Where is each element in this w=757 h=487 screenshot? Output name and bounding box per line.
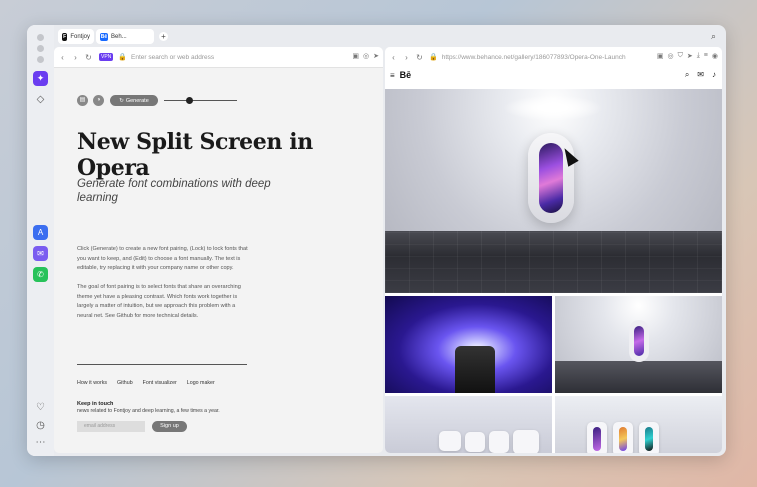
search-tabs-icon[interactable]: ⌕ — [711, 31, 716, 42]
lock-icon: 🔒 — [118, 54, 127, 61]
heart-icon[interactable]: ♡ — [34, 401, 47, 414]
extension-icon[interactable]: ▣ — [657, 52, 664, 60]
link-how-it-works[interactable]: How it works — [77, 380, 107, 386]
gallery-image-2[interactable] — [555, 296, 722, 393]
capsule-shape — [629, 320, 649, 362]
divider — [77, 364, 247, 365]
page-subhead[interactable]: Generate font combinations with deep lea… — [77, 177, 287, 205]
left-split-pane: ‹ › ↻ VPN 🔒 Enter search or web address … — [54, 47, 383, 453]
slider-handle[interactable] — [186, 97, 193, 104]
messenger-icon[interactable]: ✉ — [33, 246, 48, 261]
tab-label: Fontjoy — [70, 33, 90, 40]
keep-in-touch-title: Keep in touch — [77, 401, 114, 407]
hero-image[interactable] — [385, 89, 722, 293]
tile-shape — [513, 430, 539, 453]
tile-shape — [465, 432, 485, 452]
contrast-button[interactable]: ◑ — [93, 95, 104, 106]
capsule-shape — [587, 422, 607, 453]
right-split-pane: ‹ › ↻ 🔒 https://www.behance.net/gallery/… — [385, 47, 722, 453]
capsule-shape — [639, 422, 659, 453]
keep-in-touch-sub: news related to Fontjoy and deep learnin… — [77, 408, 220, 414]
floor-tiles — [385, 231, 722, 293]
arc-icon[interactable]: A — [33, 225, 48, 240]
browser-window: ✦ ◇ A ✉ ✆ ♡ ◷ ⋯ F Fontjoy Bē Beh... + ⌕ … — [27, 25, 726, 456]
lock-icon: 🔒 — [429, 54, 438, 61]
fontjoy-favicon-icon: F — [62, 32, 68, 41]
contrast-slider[interactable] — [164, 100, 237, 101]
maximize-window-button[interactable] — [37, 56, 44, 63]
hamburger-icon[interactable]: ≡ — [390, 71, 395, 80]
shield-icon[interactable]: ⛉ — [678, 52, 683, 60]
fontjoy-page: ▤ ◑ ↻ Generate New Split Screen in Opera… — [54, 67, 383, 453]
history-icon[interactable]: ◷ — [34, 419, 47, 432]
forward-icon[interactable]: › — [402, 53, 411, 62]
tile-shape — [489, 431, 509, 453]
address-bar: ‹ › ↻ VPN 🔒 Enter search or web address … — [54, 47, 383, 68]
tab-label: Beh... — [111, 33, 127, 40]
address-input[interactable]: https://www.behance.net/gallery/18607789… — [442, 54, 626, 61]
camera-icon[interactable]: ◎ — [667, 52, 673, 60]
close-window-button[interactable] — [37, 34, 44, 41]
goal-paragraph[interactable]: The goal of font pairing is to select fo… — [77, 283, 252, 321]
send-icon[interactable]: ➤ — [373, 52, 379, 60]
page-headline[interactable]: New Split Screen in Opera — [77, 129, 377, 181]
capsule-shape — [613, 422, 633, 453]
floor-tiles — [555, 361, 722, 393]
behance-header: ≡ Bē ⌕ ✉ ♪ — [385, 67, 722, 83]
send-icon[interactable]: ➤ — [687, 52, 693, 60]
search-icon[interactable]: ⌕ — [685, 70, 689, 80]
generate-button[interactable]: ↻ Generate — [110, 95, 158, 106]
link-github[interactable]: Github — [117, 380, 133, 386]
back-icon[interactable]: ‹ — [389, 53, 398, 62]
link-font-visualizer[interactable]: Font visualizer — [143, 380, 177, 386]
aria-icon[interactable]: ✦ — [33, 71, 48, 86]
email-field[interactable]: email address — [77, 421, 145, 432]
address-bar: ‹ › ↻ 🔒 https://www.behance.net/gallery/… — [385, 47, 722, 68]
pin-icon[interactable]: ◇ — [34, 93, 47, 106]
back-icon[interactable]: ‹ — [58, 53, 67, 62]
forward-icon[interactable]: › — [71, 53, 80, 62]
mail-icon[interactable]: ✉ — [697, 70, 704, 80]
extension-icon[interactable]: ▣ — [352, 52, 359, 60]
profile-icon[interactable]: ◉ — [712, 52, 718, 60]
vpn-badge[interactable]: VPN — [99, 53, 114, 61]
minimize-window-button[interactable] — [37, 45, 44, 52]
refresh-icon: ↻ — [119, 97, 124, 104]
sidebar: ✦ ◇ A ✉ ✆ ♡ ◷ ⋯ — [27, 25, 54, 456]
whatsapp-icon[interactable]: ✆ — [33, 267, 48, 282]
address-input[interactable]: Enter search or web address — [131, 54, 214, 61]
sign-up-button[interactable]: Sign up — [152, 421, 187, 432]
gallery-image-3[interactable] — [385, 396, 552, 453]
tab-fontjoy[interactable]: F Fontjoy — [58, 29, 94, 44]
camera-icon[interactable]: ◎ — [363, 52, 369, 60]
behance-favicon-icon: Bē — [100, 32, 108, 41]
intro-paragraph[interactable]: Click (Generate) to create a new font pa… — [77, 245, 252, 274]
capsule-core — [619, 427, 627, 451]
reload-icon[interactable]: ↻ — [415, 53, 424, 62]
capsule-core — [645, 427, 653, 451]
generate-label: Generate — [125, 97, 149, 104]
footer-links: How it works Github Font visualizer Logo… — [77, 380, 215, 386]
capsule-core — [539, 143, 563, 213]
behance-logo[interactable]: Bē — [400, 70, 412, 80]
new-tab-button[interactable]: + — [159, 32, 168, 41]
tile-shape — [439, 431, 461, 451]
more-icon[interactable]: ⋯ — [34, 436, 47, 449]
tab-behance[interactable]: Bē Beh... — [96, 29, 154, 44]
tab-bar: F Fontjoy Bē Beh... + ⌕ — [54, 25, 726, 47]
link-logo-maker[interactable]: Logo maker — [187, 380, 215, 386]
ceiling-light — [503, 95, 603, 121]
lock-button[interactable]: ▤ — [77, 95, 88, 106]
capsule-core — [593, 427, 601, 451]
gallery-image-1[interactable] — [385, 296, 552, 393]
bell-icon[interactable]: ♪ — [712, 70, 716, 80]
menu-icon[interactable]: ≡ — [704, 52, 708, 60]
download-icon[interactable]: ⤓ — [697, 52, 700, 60]
gallery-image-4[interactable] — [555, 396, 722, 453]
reload-icon[interactable]: ↻ — [84, 53, 93, 62]
